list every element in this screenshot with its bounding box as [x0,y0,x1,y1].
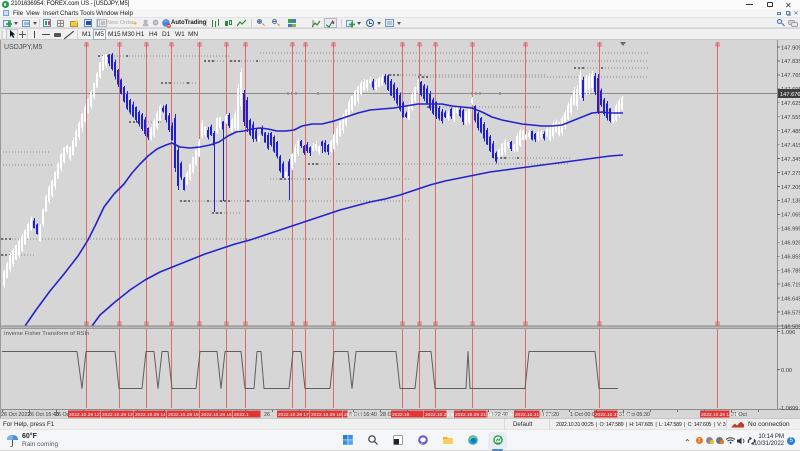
svg-text:2022.10.: 2022.10. [344,412,363,418]
svg-text:147.555: 147.555 [781,115,800,121]
svg-text:147.275: 147.275 [781,171,800,177]
svg-text:146.925: 146.925 [781,241,800,247]
svg-text:147.765: 147.765 [781,73,800,79]
svg-text:2022.10.28 13: 2022.10.28 13 [102,412,133,418]
svg-text:146.575: 146.575 [781,310,800,316]
svg-text:2022.10.28 15: 2022.10.28 15 [168,412,199,418]
svg-text:USDJPY,M5: USDJPY,M5 [4,44,42,51]
svg-text:2022.10.28 12:05: 2022.10.28 12:05 [701,412,739,418]
svg-text:146.715: 146.715 [781,282,800,288]
svg-text:2022.10.31 01:05: 2022.10.31 01:05 [515,412,553,418]
svg-text:147.905: 147.905 [781,45,800,51]
svg-text:2022.1: 2022.1 [234,412,249,418]
svg-text:0.00: 0.00 [781,368,792,374]
svg-text:147.205: 147.205 [781,185,800,191]
svg-text:147.415: 147.415 [781,143,800,149]
svg-text:2022.10.28 14: 2022.10.28 14 [135,412,166,418]
svg-text:2022.10.: 2022.10. [392,412,411,418]
svg-text:146.995: 146.995 [781,227,800,233]
svg-text:147.065: 147.065 [781,213,800,219]
svg-text:2022.10.28 17: 2022.10.28 17 [278,412,309,418]
svg-text:1.096: 1.096 [781,330,795,336]
svg-text:147.485: 147.485 [781,129,800,135]
svg-text:2022.10.31 04:05: 2022.10.31 04:05 [595,412,633,418]
svg-text:147.345: 147.345 [781,157,800,163]
svg-text:Inverse Fisher Transform of RS: Inverse Fisher Transform of RSIn [4,331,89,337]
svg-text:146.785: 146.785 [781,269,800,275]
svg-text:147.835: 147.835 [781,59,800,65]
svg-text:147.625: 147.625 [781,101,800,107]
svg-text:146.855: 146.855 [781,255,800,261]
svg-text:146.645: 146.645 [781,296,800,302]
svg-text:147.676: 147.676 [780,92,800,98]
svg-text:147.135: 147.135 [781,199,800,205]
